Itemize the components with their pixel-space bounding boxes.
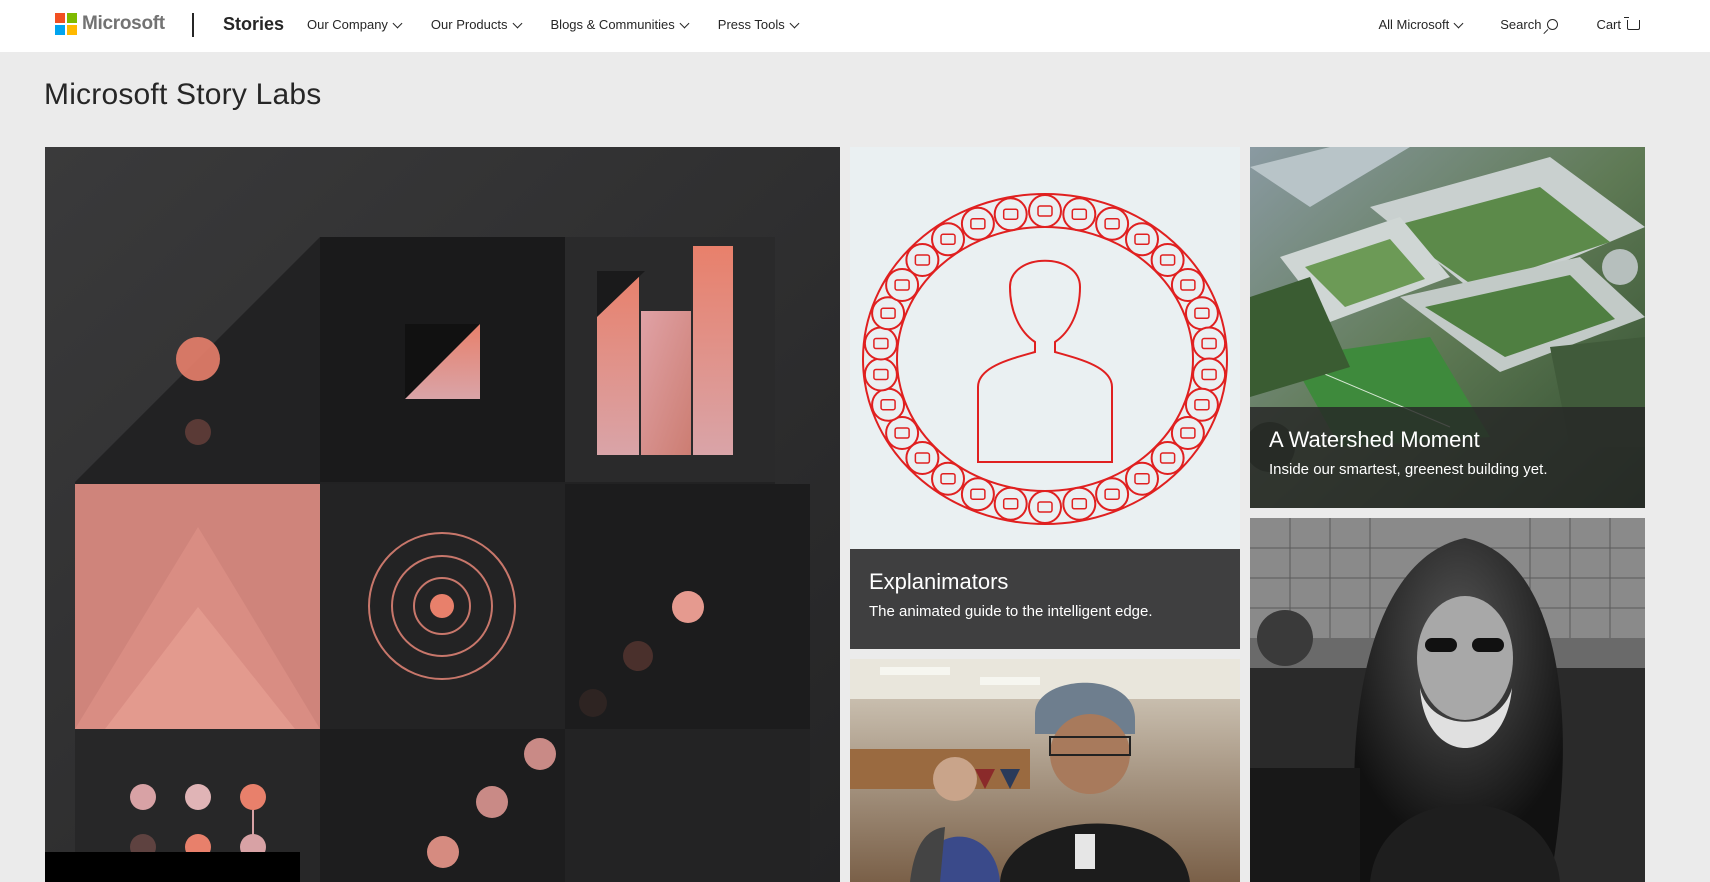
top-navigation-bar: Microsoft Stories Our Company Our Produc… [0, 0, 1710, 52]
device-icon [931, 222, 966, 257]
page-title: Microsoft Story Labs [44, 78, 322, 111]
device-icon [993, 197, 1028, 232]
chevron-down-icon [1453, 18, 1464, 28]
watershed-subtitle: Inside our smartest, greenest building y… [1269, 461, 1548, 478]
device-icon [1184, 296, 1219, 331]
cart-button[interactable]: Cart [1596, 16, 1640, 32]
device-icon [871, 296, 906, 331]
explainimators-subtitle: The animated guide to the intelligent ed… [869, 603, 1153, 620]
device-icon [1150, 441, 1185, 476]
watershed-story-tile[interactable]: A Watershed Moment Inside our smartest, … [1250, 147, 1645, 508]
device-icon [1028, 490, 1062, 524]
cart-label: Cart [1596, 17, 1621, 32]
nav-our-company[interactable]: Our Company [307, 17, 403, 32]
primary-nav: Our Company Our Products Blogs & Communi… [307, 17, 828, 32]
device-icon [993, 486, 1028, 521]
device-icon [1028, 194, 1062, 228]
stories-brand-link[interactable]: Stories [223, 14, 284, 35]
explainimators-caption: Explanimators The animated guide to the … [850, 549, 1240, 649]
portrait-photo [1250, 518, 1645, 882]
device-icon [1062, 197, 1097, 232]
person-icon [977, 259, 1113, 463]
watershed-title[interactable]: A Watershed Moment [1269, 427, 1626, 453]
nav-our-products-label: Our Products [430, 17, 508, 32]
device-icon [1192, 326, 1227, 361]
device-icon [1170, 268, 1205, 302]
device-icon [1095, 477, 1130, 512]
students-story-tile[interactable] [850, 659, 1240, 882]
hero-geometric-illustration [45, 147, 840, 882]
explainimators-title[interactable]: Explanimators [869, 569, 1221, 595]
device-icon [905, 242, 940, 277]
nav-blogs-communities-label: Blogs & Communities [550, 17, 675, 32]
watershed-caption: A Watershed Moment Inside our smartest, … [1250, 407, 1645, 508]
hero-story-tile[interactable] [45, 147, 840, 882]
nav-press-tools[interactable]: Press Tools [717, 17, 800, 32]
students-photo [850, 659, 1240, 882]
all-microsoft-menu[interactable]: All Microsoft [1378, 17, 1464, 32]
device-icon [931, 461, 966, 496]
nav-our-products[interactable]: Our Products [430, 17, 522, 32]
cart-icon [1624, 16, 1640, 30]
header-divider [192, 13, 194, 37]
device-icon [1184, 387, 1219, 422]
device-icon [863, 357, 898, 392]
search-button[interactable]: Search [1500, 17, 1559, 32]
device-icon [1062, 486, 1097, 521]
device-icon [863, 326, 898, 361]
device-icon [1124, 222, 1159, 257]
nav-press-tools-label: Press Tools [717, 17, 785, 32]
utility-nav: All Microsoft Search Cart [1340, 16, 1640, 32]
all-microsoft-label: All Microsoft [1378, 17, 1450, 32]
chevron-down-icon [679, 18, 690, 28]
microsoft-logo[interactable]: Microsoft [55, 13, 165, 35]
microsoft-logo-text: Microsoft [82, 13, 165, 34]
explainimators-story-tile[interactable]: Explanimators The animated guide to the … [850, 147, 1240, 649]
portrait-story-tile[interactable] [1250, 518, 1645, 882]
microsoft-logo-icon [55, 13, 77, 35]
device-icon [885, 416, 920, 450]
device-icon [871, 387, 906, 422]
search-icon [1547, 19, 1559, 30]
search-label: Search [1500, 17, 1542, 32]
device-icon [960, 206, 995, 241]
chevron-down-icon [789, 18, 800, 28]
chevron-down-icon [512, 18, 522, 28]
device-icon [1192, 357, 1227, 392]
nav-blogs-communities[interactable]: Blogs & Communities [550, 17, 690, 32]
chevron-down-icon [392, 18, 403, 28]
device-icon [1095, 206, 1130, 241]
device-icon [960, 477, 995, 512]
device-icon [1124, 461, 1159, 496]
nav-our-company-label: Our Company [307, 17, 388, 32]
